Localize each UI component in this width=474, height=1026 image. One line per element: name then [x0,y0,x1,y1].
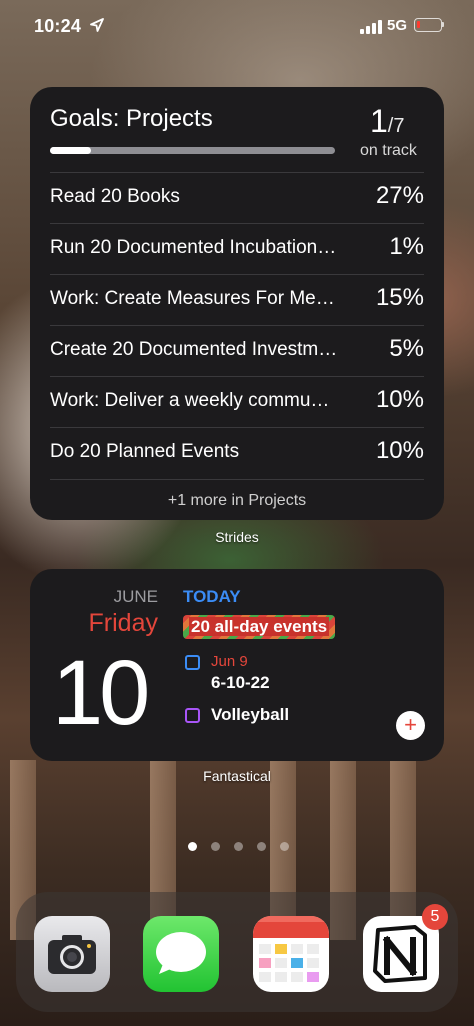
page-indicator[interactable] [0,842,474,854]
goal-row[interactable]: Create 20 Documented Investm… 5% [50,325,424,377]
status-bar: 10:24 5G [0,0,474,54]
status-time: 10:24 [34,16,82,36]
goal-row[interactable]: Work: Create Measures For Me… 15% [50,274,424,326]
location-arrow-icon [90,18,104,32]
page-dot[interactable] [188,842,197,851]
event-date: Jun 9 [211,653,248,670]
widget-label-fantastical: Fantastical [203,768,271,784]
event-checkbox-icon[interactable] [185,655,200,670]
fantastical-widget[interactable]: JUNE Friday 10 TODAY 20 all-day events J… [30,569,444,761]
goal-percent: 1% [389,233,424,260]
goal-name: Work: Create Measures For Me… [50,288,335,309]
goal-name: Read 20 Books [50,186,180,207]
goal-name: Create 20 Documented Investm… [50,339,338,360]
goal-row[interactable]: Run 20 Documented Incubation… 1% [50,223,424,275]
goal-percent: 15% [375,284,424,311]
goal-percent: 10% [375,386,424,413]
page-dot[interactable] [211,842,220,851]
goal-row[interactable]: Work: Deliver a weekly commu… 10% [50,376,424,428]
total-goals: /7 [387,115,405,137]
goal-row[interactable]: Do 20 Planned Events 10% [50,427,424,479]
calendar-date: 10 [52,642,150,744]
divider [50,479,424,480]
goal-row[interactable]: Read 20 Books 27% [50,172,424,224]
add-event-button[interactable]: + [396,711,425,740]
event-checkbox-icon[interactable] [185,708,200,723]
page-dot[interactable] [234,842,243,851]
fantastical-icon [253,916,329,982]
on-track-label: on track [360,142,417,159]
goal-name: Work: Deliver a weekly commu… [50,390,330,411]
goal-percent: 27% [375,182,424,209]
more-goals-link[interactable]: +1 more in Projects [30,492,444,510]
calendar-month: JUNE [113,587,158,606]
network-type: 5G [387,17,408,34]
cellular-signal-icon [360,20,382,34]
all-day-events-badge[interactable]: 20 all-day events [183,615,336,639]
goal-percent: 10% [375,437,424,464]
event-title[interactable]: Volleyball [211,705,289,725]
fantastical-app-button[interactable] [253,916,329,992]
notification-badge: 5 [422,904,448,930]
battery-icon [414,18,444,32]
on-track-count: 1/7 [370,103,404,140]
widget-label-strides: Strides [215,529,259,545]
strides-widget[interactable]: Goals: Projects 1/7 on track Read 20 Boo… [30,87,444,520]
all-day-events-text: 20 all-day events [189,617,330,636]
page-dot[interactable] [280,842,289,851]
goal-name: Do 20 Planned Events [50,441,240,462]
camera-app-button[interactable] [34,916,110,992]
goal-percent: 5% [389,335,424,362]
messages-icon [156,932,206,974]
camera-icon [48,935,96,974]
widget-title: Goals: Projects [50,105,213,132]
messages-app-button[interactable] [143,916,219,992]
on-track-progress-bar [50,147,335,154]
page-dot[interactable] [257,842,266,851]
calendar-weekday: Friday [88,609,158,637]
event-title[interactable]: 6-10-22 [211,673,270,693]
on-track-number: 1 [370,103,388,139]
progress-fill [50,147,91,154]
goal-name: Run 20 Documented Incubation… [50,237,337,258]
dock [16,892,458,1012]
today-heading: TODAY [183,587,241,606]
